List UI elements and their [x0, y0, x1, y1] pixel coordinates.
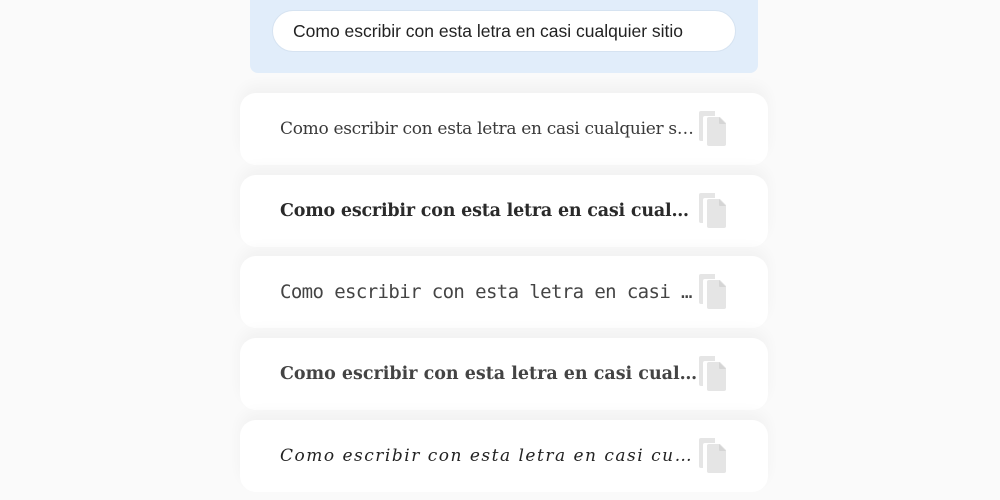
copy-icon[interactable]: [698, 438, 728, 474]
copy-icon[interactable]: [698, 111, 728, 147]
font-result-row[interactable]: Como escribir con esta letra en casi cua…: [240, 420, 768, 492]
font-result-text: Como escribir con esta letra en casi cua…: [280, 364, 698, 384]
copy-icon[interactable]: [698, 193, 728, 229]
copy-icon[interactable]: [698, 274, 728, 310]
font-result-text: Como escribir con esta letra en casi cua…: [280, 446, 698, 466]
font-result-text: Como escribir con esta letra en casi cua…: [280, 281, 698, 303]
font-generator: Como escribir con esta letra en casi cua…: [240, 0, 768, 500]
font-result-text: Como escribir con esta letra en casi cua…: [280, 201, 698, 221]
font-result-row[interactable]: Como escribir con esta letra en casi cua…: [240, 93, 768, 165]
copy-icon[interactable]: [698, 356, 728, 392]
text-input[interactable]: [272, 10, 736, 52]
font-result-row[interactable]: Como escribir con esta letra en casi cua…: [240, 338, 768, 410]
font-result-text: Como escribir con esta letra en casi cua…: [280, 119, 698, 139]
input-panel: [250, 0, 758, 73]
font-result-row[interactable]: Como escribir con esta letra en casi cua…: [240, 175, 768, 247]
font-result-row[interactable]: Como escribir con esta letra en casi cua…: [240, 256, 768, 328]
